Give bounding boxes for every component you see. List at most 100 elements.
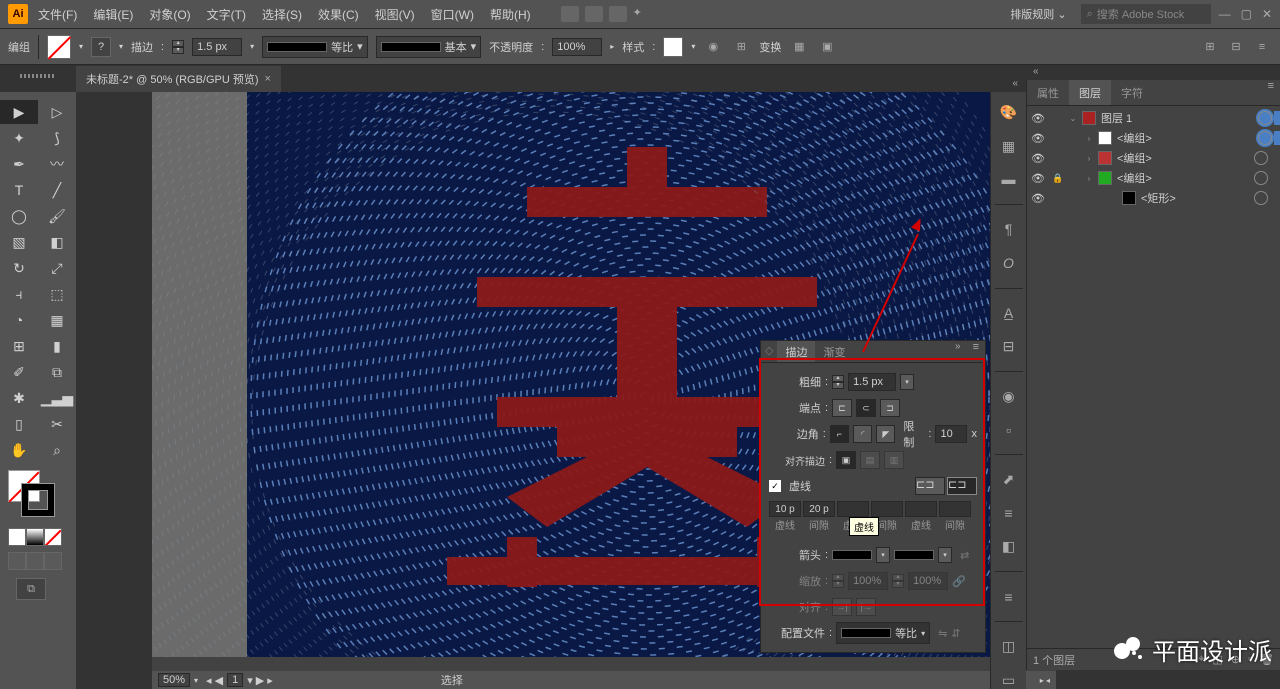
shape-builder-tool[interactable]: ◔ bbox=[0, 308, 38, 332]
setup-icon[interactable]: ⊞ bbox=[1200, 37, 1220, 57]
menu-effect[interactable]: 效果(C) bbox=[312, 6, 365, 23]
window-minimize[interactable]: — bbox=[1219, 7, 1231, 21]
selection-tool[interactable]: ▶ bbox=[0, 100, 38, 124]
arrow-start-dd[interactable]: ▾ bbox=[876, 547, 890, 563]
gap-2[interactable] bbox=[871, 501, 903, 517]
dash-align-corners[interactable]: ⊏⊐ bbox=[947, 477, 977, 495]
tab-properties[interactable]: 属性 bbox=[1027, 80, 1069, 105]
graphic-styles-panel-icon[interactable]: ▫ bbox=[998, 421, 1020, 438]
corner-miter[interactable]: ⌐ bbox=[830, 425, 849, 443]
zoom-tool[interactable]: ⌕ bbox=[38, 438, 76, 462]
disclosure-icon[interactable]: › bbox=[1083, 154, 1095, 163]
flip-profile-v-icon[interactable]: ⇵ bbox=[951, 627, 960, 640]
color-mode-gradient[interactable] bbox=[26, 528, 44, 546]
magic-wand-tool[interactable]: ✦ bbox=[0, 126, 38, 150]
lasso-tool[interactable]: ⟆ bbox=[38, 126, 76, 150]
pen-tool[interactable]: ✒ bbox=[0, 152, 38, 176]
crop-icon[interactable]: ▣ bbox=[817, 37, 837, 57]
layer-name[interactable]: <编组> bbox=[1115, 130, 1256, 146]
arrow-end-preview[interactable] bbox=[894, 550, 934, 560]
layer-row[interactable]: 👁 <矩形> bbox=[1027, 188, 1280, 208]
hand-tool[interactable]: ✋ bbox=[0, 438, 38, 462]
layer-name[interactable]: 图层 1 bbox=[1099, 110, 1256, 126]
visibility-toggle[interactable]: 👁 bbox=[1027, 132, 1049, 145]
recolor-icon[interactable]: ◉ bbox=[703, 37, 723, 57]
disclosure-icon[interactable]: › bbox=[1083, 174, 1095, 183]
stroke-tab[interactable]: 描边 bbox=[777, 341, 815, 362]
isolate-icon[interactable]: ▦ bbox=[789, 37, 809, 57]
menu-type[interactable]: 文字(T) bbox=[201, 6, 252, 23]
prefs-icon[interactable]: ⊟ bbox=[1226, 37, 1246, 57]
zoom-input[interactable]: 50% bbox=[158, 673, 190, 687]
gradient-tab[interactable]: 渐变 bbox=[815, 341, 853, 362]
help-fill[interactable]: ? bbox=[91, 37, 111, 57]
screen-mode[interactable]: ⧉ bbox=[16, 578, 46, 600]
layer-name[interactable]: <编组> bbox=[1115, 150, 1252, 166]
color-panel-icon[interactable]: 🎨 bbox=[998, 104, 1020, 121]
weight-stepper[interactable]: ▴▾ bbox=[832, 375, 844, 389]
arrow-start-preview[interactable] bbox=[832, 550, 872, 560]
column-graph-tool[interactable]: ▁▃▅ bbox=[38, 386, 76, 410]
stroke-profile-dd[interactable]: 基本 ▾ bbox=[376, 36, 482, 58]
blend-tool[interactable]: ⧉ bbox=[38, 360, 76, 384]
stroke-swatch-large[interactable] bbox=[22, 484, 54, 516]
layer-row[interactable]: 👁 ⌄ 图层 1 bbox=[1027, 108, 1280, 128]
window-maximize[interactable]: ▢ bbox=[1241, 7, 1252, 21]
eyedropper-tool[interactable]: ✐ bbox=[0, 360, 38, 384]
transform-label[interactable]: 变换 bbox=[759, 39, 781, 55]
dashed-checkbox[interactable]: ✓ bbox=[769, 480, 781, 492]
opacity-input[interactable] bbox=[552, 38, 602, 56]
swatches-panel-icon[interactable]: ▦ bbox=[998, 137, 1020, 154]
gap-3[interactable] bbox=[939, 501, 971, 517]
layer-name[interactable]: <编组> bbox=[1115, 170, 1252, 186]
paragraph-panel-icon[interactable]: ⊟ bbox=[998, 338, 1020, 355]
align-icon[interactable]: ⊞ bbox=[731, 37, 751, 57]
symbol-sprayer-tool[interactable]: ✱ bbox=[0, 386, 38, 410]
color-mode-solid[interactable] bbox=[8, 528, 26, 546]
stroke-weight-stepper[interactable]: ▴▾ bbox=[172, 40, 184, 54]
limit-input[interactable] bbox=[935, 425, 967, 443]
paintbrush-tool[interactable]: 🖌 bbox=[38, 204, 76, 228]
layer-row[interactable]: 👁 🔒 › <编组> bbox=[1027, 168, 1280, 188]
mesh-tool[interactable]: ⊞ bbox=[0, 334, 38, 358]
symbols-panel-icon[interactable]: ¶ bbox=[998, 221, 1020, 238]
target-icon[interactable] bbox=[1258, 131, 1272, 145]
flip-profile-icon[interactable]: ⇋ bbox=[938, 627, 947, 640]
scale-tool[interactable]: ⤢ bbox=[38, 256, 76, 280]
stroke-weight-input[interactable] bbox=[192, 38, 242, 56]
dash-3[interactable] bbox=[905, 501, 937, 517]
transform-panel-icon[interactable]: ⬈ bbox=[998, 471, 1020, 488]
target-icon[interactable] bbox=[1254, 151, 1268, 165]
close-tab-icon[interactable]: × bbox=[265, 73, 271, 85]
shaper-tool[interactable]: ▧ bbox=[0, 230, 38, 254]
cap-projecting[interactable]: ⊐ bbox=[880, 399, 900, 417]
transparency-panel-icon[interactable]: ◫ bbox=[998, 638, 1020, 655]
character-panel-icon[interactable]: A̲ bbox=[998, 304, 1020, 321]
pathfinder-panel-icon[interactable]: ◧ bbox=[998, 538, 1020, 555]
gpu-icon[interactable]: ✦ bbox=[633, 6, 651, 22]
arrange-icon[interactable] bbox=[609, 6, 627, 22]
tab-character[interactable]: 字符 bbox=[1111, 80, 1153, 105]
corner-bevel[interactable]: ◤ bbox=[876, 425, 895, 443]
width-tool[interactable]: ⫞ bbox=[0, 282, 38, 306]
rotate-tool[interactable]: ↻ bbox=[0, 256, 38, 280]
ellipse-tool[interactable]: ◯ bbox=[0, 204, 38, 228]
bridge-icon[interactable] bbox=[561, 6, 579, 22]
artboard-nav[interactable]: ◂ ◀ 1 ▾ ▶ ▸ bbox=[206, 673, 273, 687]
target-icon[interactable] bbox=[1254, 171, 1268, 185]
slice-tool[interactable]: ✂ bbox=[38, 412, 76, 436]
opentype-panel-icon[interactable]: O bbox=[998, 254, 1020, 271]
gradient-panel-icon[interactable]: ▭ bbox=[998, 672, 1020, 689]
fill-swatch[interactable] bbox=[47, 35, 71, 59]
layer-name[interactable]: <矩形> bbox=[1139, 190, 1252, 206]
gradient-tool[interactable]: ▮ bbox=[38, 334, 76, 358]
window-close[interactable]: ✕ bbox=[1262, 7, 1272, 21]
cap-round[interactable]: ⊂ bbox=[856, 399, 876, 417]
arrow-end-dd[interactable]: ▾ bbox=[938, 547, 952, 563]
stroke-variable-dd[interactable]: 等比 ▾ bbox=[262, 36, 368, 58]
stroke-panel-icon[interactable]: ≡ bbox=[998, 588, 1020, 605]
appearance-panel-icon[interactable]: ◉ bbox=[998, 388, 1020, 405]
menu-select[interactable]: 选择(S) bbox=[256, 6, 308, 23]
panel-menu-icon[interactable]: ≡ bbox=[1262, 80, 1280, 105]
layer-row[interactable]: 👁 › <编组> bbox=[1027, 148, 1280, 168]
